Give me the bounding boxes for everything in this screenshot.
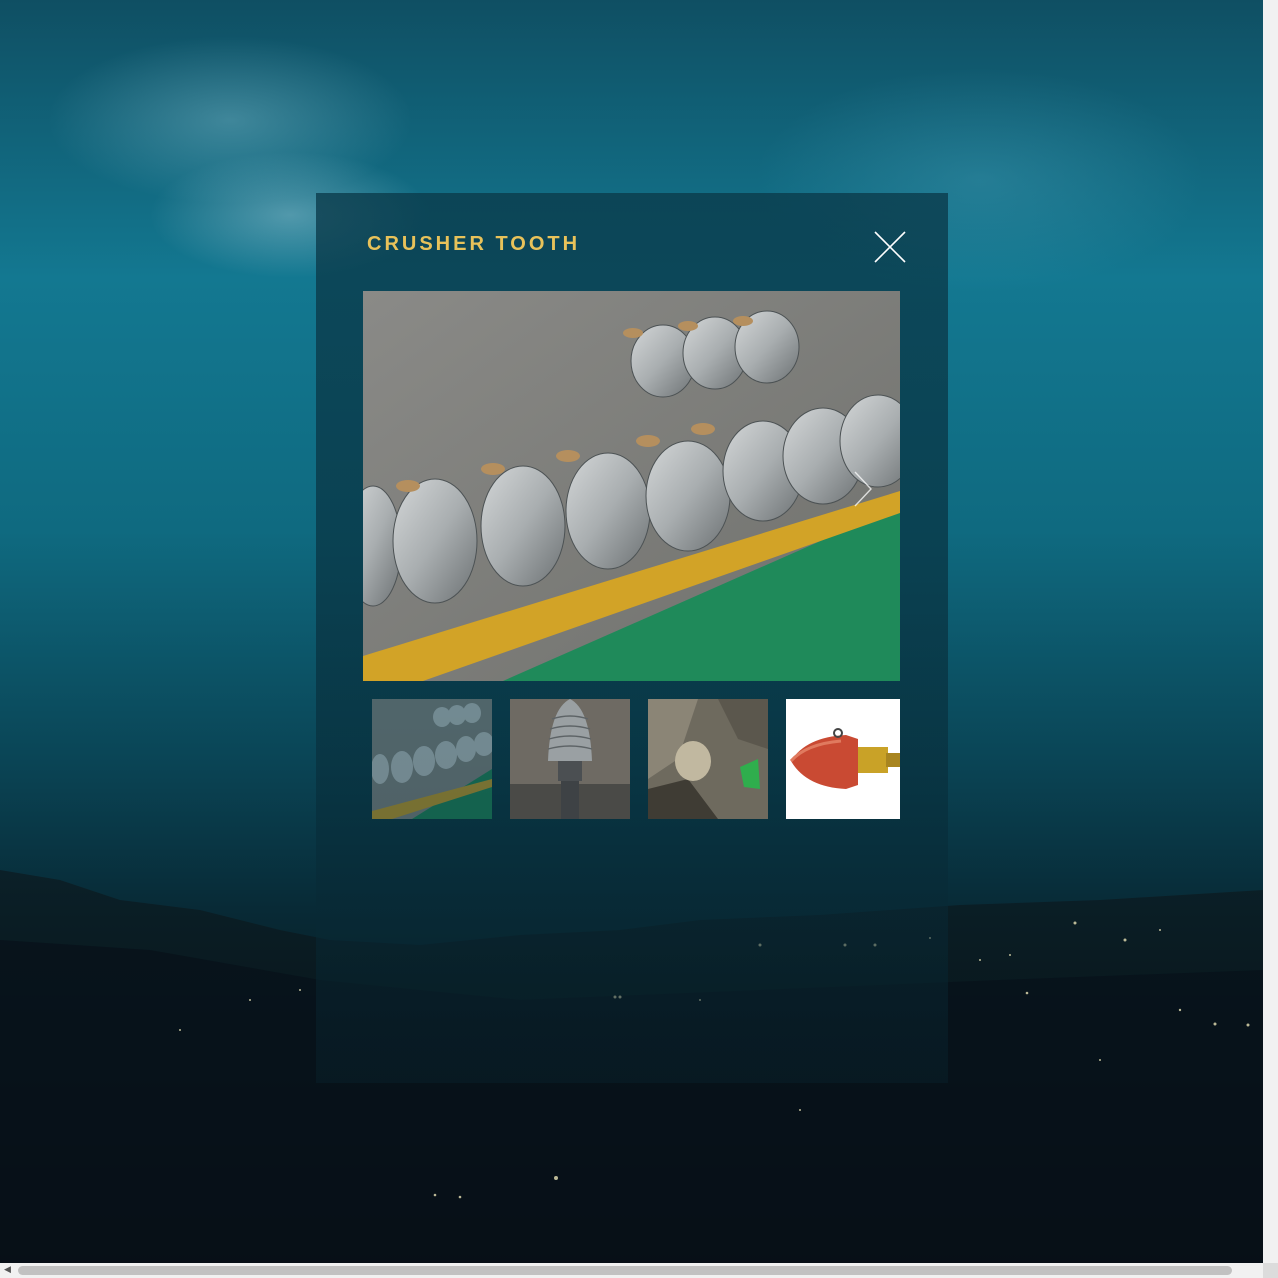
thumbnail-3[interactable]: [648, 699, 768, 819]
close-icon: [874, 231, 906, 263]
page: CRUSHER TOOTH ◀: [0, 0, 1278, 1278]
thumbnail-2[interactable]: [510, 699, 630, 819]
close-button[interactable]: [872, 229, 908, 265]
main-gallery-image[interactable]: [363, 291, 900, 681]
vertical-scrollbar[interactable]: [1263, 0, 1278, 1263]
scroll-left-icon[interactable]: ◀: [0, 1263, 15, 1278]
horizontal-scrollbar[interactable]: ◀ ▶: [0, 1263, 1278, 1278]
scrollbar-thumb[interactable]: [18, 1266, 1232, 1275]
next-image-button[interactable]: [852, 469, 874, 509]
product-modal: CRUSHER TOOTH: [316, 193, 948, 1083]
scrollbar-corner: [1263, 1263, 1278, 1278]
thumbnail-1[interactable]: [372, 699, 492, 819]
thumbnail-4[interactable]: [786, 699, 900, 819]
modal-title: CRUSHER TOOTH: [367, 233, 581, 255]
chevron-right-icon: [854, 471, 872, 507]
thumbnail-strip: [372, 699, 900, 819]
